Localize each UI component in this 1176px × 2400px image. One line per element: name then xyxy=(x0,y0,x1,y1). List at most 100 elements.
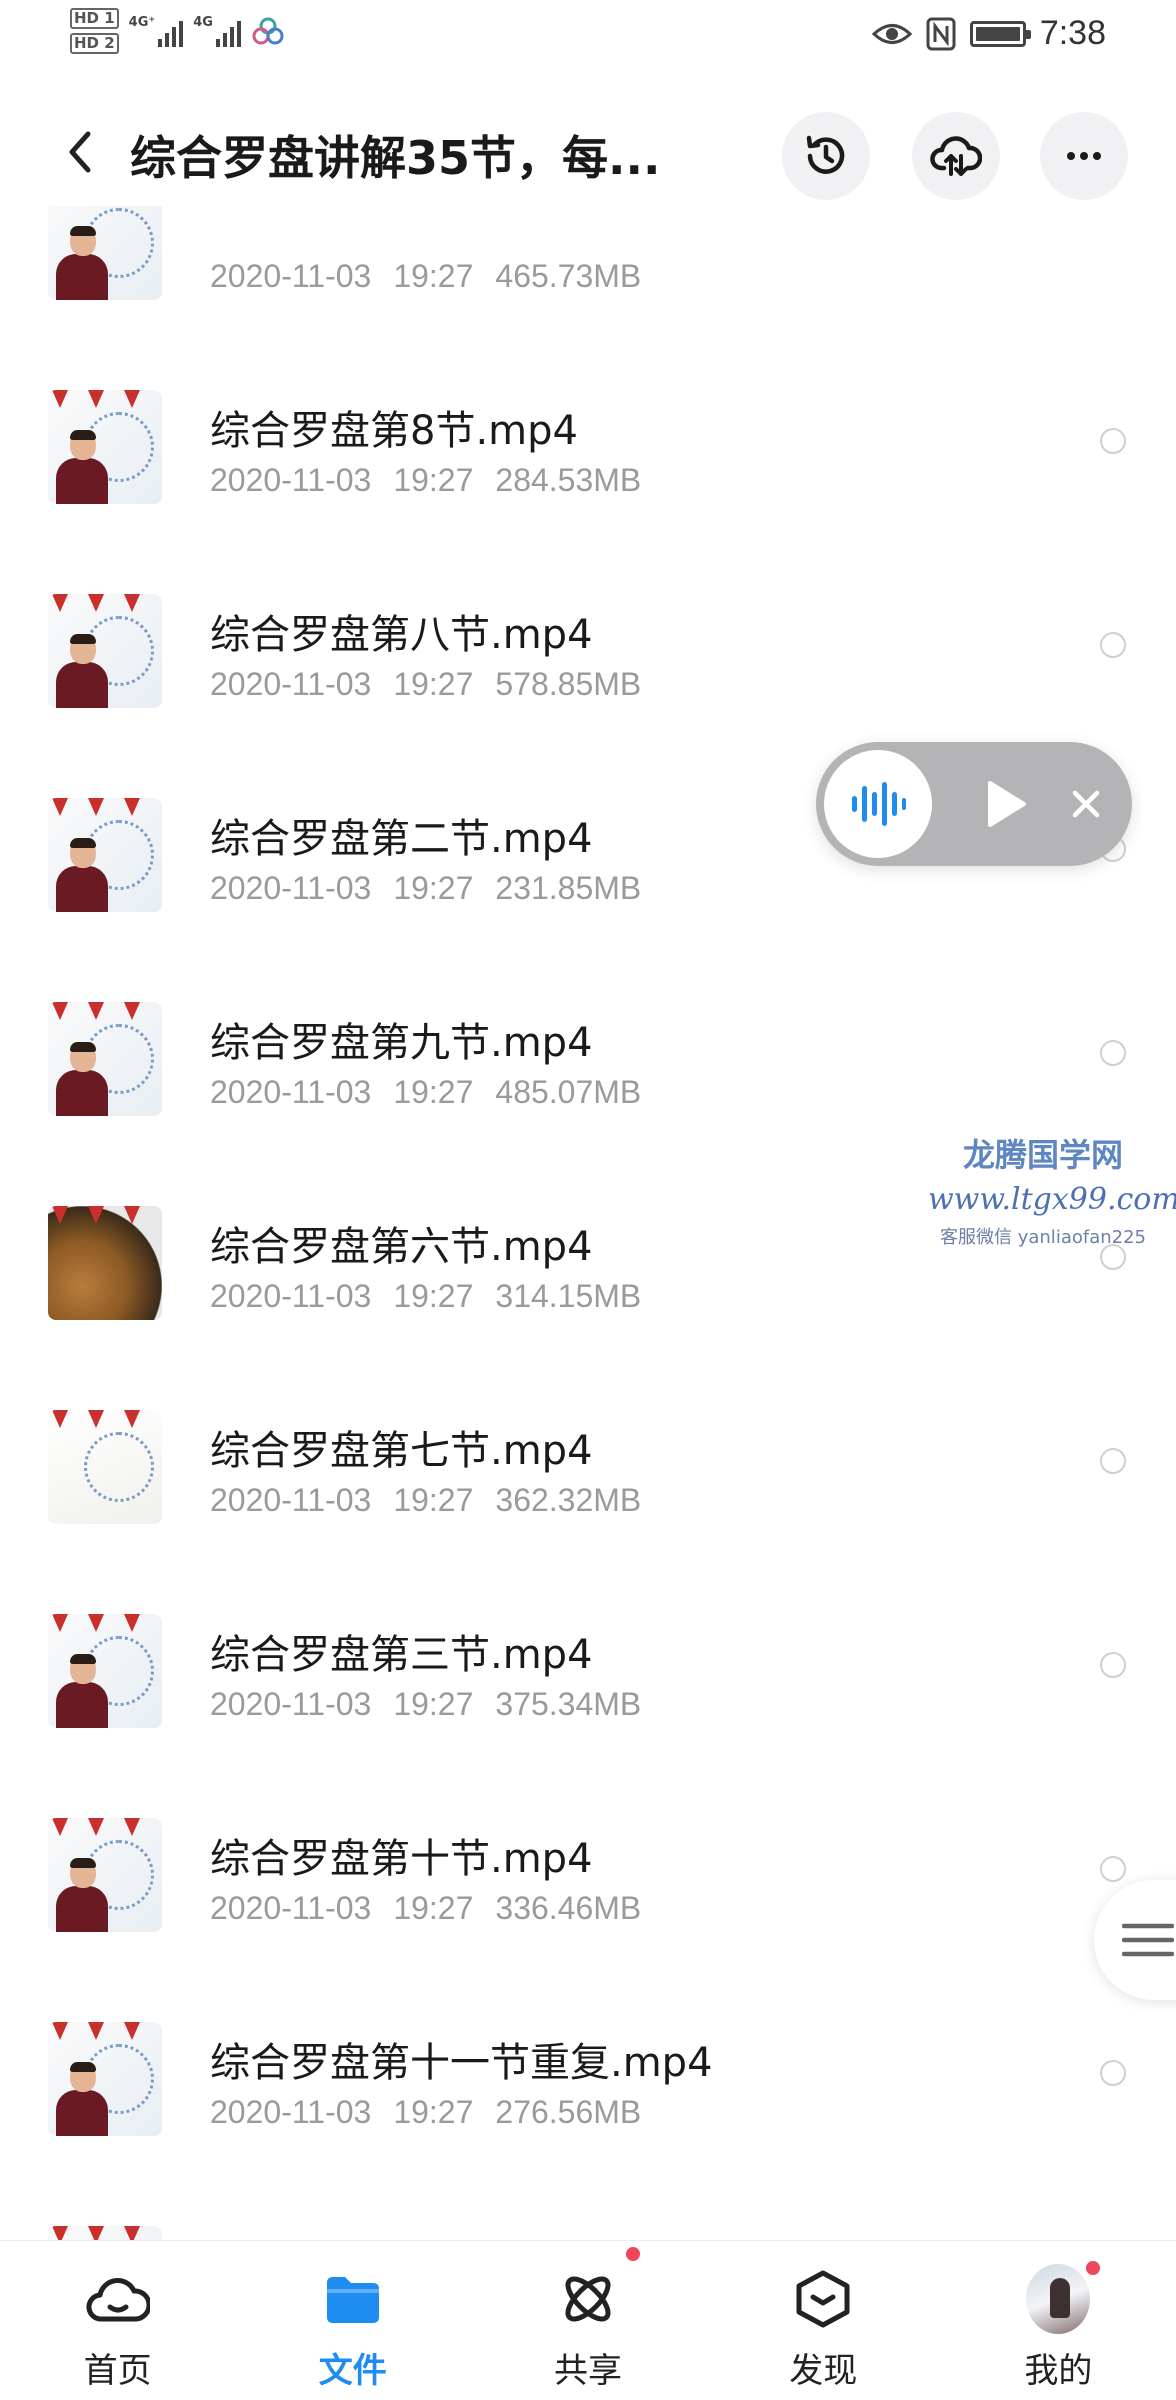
folder-icon xyxy=(321,2267,385,2331)
file-row[interactable]: 综合罗盘第三节.mp4 2020-11-03 19:27 375.34MB xyxy=(0,1562,1176,1766)
video-thumbnail xyxy=(48,2022,162,2136)
file-size: 578.85MB xyxy=(495,666,642,702)
close-icon xyxy=(1072,790,1100,818)
avatar-wrap xyxy=(1026,2259,1103,2334)
select-checkbox[interactable] xyxy=(1100,1652,1126,1678)
signal-label-1: 4G⁺ xyxy=(128,15,156,30)
watermark-title: 龙腾国学网 xyxy=(962,1136,1123,1174)
file-meta: 2020-11-03 19:27 485.07MB xyxy=(210,1074,641,1111)
file-size: 336.46MB xyxy=(495,1890,642,1926)
signal-icon-1: 4G⁺ xyxy=(129,15,184,47)
file-size: 231.85MB xyxy=(495,870,642,906)
cloud-sync-icon xyxy=(252,17,284,45)
file-date: 2020-11-03 xyxy=(210,2094,372,2130)
file-time: 19:27 xyxy=(393,1686,474,1722)
file-name: 综合罗盘第三节.mp4 xyxy=(210,1632,593,1678)
file-row[interactable]: 综合罗盘第九节.mp4 2020-11-03 19:27 485.07MB xyxy=(0,950,1176,1154)
file-date: 2020-11-03 xyxy=(210,258,372,294)
hd1-indicator: HD 1 xyxy=(70,8,119,29)
history-icon xyxy=(806,135,845,174)
video-thumbnail xyxy=(48,1818,162,1932)
video-thumbnail xyxy=(48,1410,162,1524)
select-checkbox[interactable] xyxy=(1100,1856,1126,1882)
file-size: 375.34MB xyxy=(495,1686,642,1722)
file-name: 综合罗盘第十节.mp4 xyxy=(210,1836,593,1882)
file-time: 19:27 xyxy=(393,1278,474,1314)
cloud-transfer-icon xyxy=(930,136,982,176)
nav-item-files[interactable]: 文件 xyxy=(235,2241,470,2400)
nav-label-share: 共享 xyxy=(554,2351,622,2391)
video-thumbnail xyxy=(48,1206,162,1320)
close-player-button[interactable] xyxy=(1060,778,1112,830)
nav-item-home[interactable]: 首页 xyxy=(0,2241,235,2400)
nav-label-files: 文件 xyxy=(318,2351,387,2391)
status-left: HD 1 HD 2 4G⁺ 4G xyxy=(70,8,285,54)
clock: 7:38 xyxy=(1039,14,1106,52)
file-row[interactable]: 综合罗盘第四节.mp4 xyxy=(0,2174,1176,2240)
file-date: 2020-11-03 xyxy=(210,666,372,702)
history-button[interactable] xyxy=(782,112,870,200)
file-meta: 2020-11-03 19:27 314.15MB xyxy=(210,1278,641,1315)
back-button[interactable] xyxy=(50,122,110,182)
file-meta: 2020-11-03 19:27 336.46MB xyxy=(210,1890,641,1927)
file-meta: 2020-11-03 19:27 284.53MB xyxy=(210,462,641,499)
select-checkbox[interactable] xyxy=(1100,2060,1126,2086)
file-name: 综合罗盘第十一节重复.mp4 xyxy=(210,2040,713,2086)
file-row[interactable]: 综合罗盘第七节.mp4 2020-11-03 19:27 362.32MB xyxy=(0,1358,1176,1562)
file-size: 465.73MB xyxy=(495,258,642,294)
nav-item-me[interactable]: 我的 xyxy=(941,2241,1176,2400)
file-row[interactable]: 综合罗盘第十节.mp4 2020-11-03 19:27 336.46MB xyxy=(0,1766,1176,1970)
file-size: 362.32MB xyxy=(495,1482,642,1518)
select-checkbox[interactable] xyxy=(1100,428,1126,454)
file-row[interactable]: 2020-11-03 19:27 465.73MB xyxy=(0,206,1176,338)
file-date: 2020-11-03 xyxy=(210,1686,372,1722)
file-size: 284.53MB xyxy=(495,462,642,498)
transfer-button[interactable] xyxy=(912,112,1000,200)
watermark-contact: 客服微信 yanliaofan225 xyxy=(940,1227,1146,1248)
bottom-nav: 首页 文件 共享 发现 我的 xyxy=(0,2240,1176,2400)
file-time: 19:27 xyxy=(393,870,474,906)
file-meta: 2020-11-03 19:27 578.85MB xyxy=(210,666,641,703)
select-checkbox[interactable] xyxy=(1100,1448,1126,1474)
discover-icon xyxy=(791,2267,855,2331)
back-icon xyxy=(69,131,91,173)
nav-item-share[interactable]: 共享 xyxy=(470,2241,705,2400)
file-time: 19:27 xyxy=(393,258,474,294)
header: 综合罗盘讲解35节，每... xyxy=(0,100,1176,206)
file-date: 2020-11-03 xyxy=(210,1890,372,1926)
status-right: 7:38 xyxy=(871,14,1106,53)
avatar xyxy=(1026,2264,1091,2334)
file-size: 314.15MB xyxy=(495,1278,642,1314)
play-button[interactable] xyxy=(976,774,1036,834)
menu-lines-icon xyxy=(1122,1923,1174,1957)
video-thumbnail xyxy=(48,206,162,300)
eye-icon xyxy=(871,23,912,44)
file-row[interactable]: 综合罗盘第十一节重复.mp4 2020-11-03 19:27 276.56MB xyxy=(0,1970,1176,2174)
audio-wave-icon xyxy=(852,782,906,826)
file-row[interactable]: 综合罗盘第八节.mp4 2020-11-03 19:27 578.85MB xyxy=(0,542,1176,746)
file-meta: 2020-11-03 19:27 231.85MB xyxy=(210,870,641,907)
file-name: 综合罗盘第六节.mp4 xyxy=(210,1224,593,1270)
hd2-indicator: HD 2 xyxy=(70,33,119,54)
status-bar: HD 1 HD 2 4G⁺ 4G 7:38 xyxy=(0,0,1176,70)
select-checkbox[interactable] xyxy=(1100,1040,1126,1066)
video-thumbnail xyxy=(48,798,162,912)
file-time: 19:27 xyxy=(393,2094,474,2130)
file-date: 2020-11-03 xyxy=(210,870,372,906)
audio-wave-button[interactable] xyxy=(824,750,932,858)
file-row[interactable]: 综合罗盘第8节.mp4 2020-11-03 19:27 284.53MB xyxy=(0,338,1176,542)
signal-label-2: 4G xyxy=(193,15,213,30)
nav-label-discover: 发现 xyxy=(789,2351,858,2391)
file-time: 19:27 xyxy=(393,462,474,498)
file-meta: 2020-11-03 19:27 362.32MB xyxy=(210,1482,641,1519)
floating-audio-player[interactable] xyxy=(816,742,1132,866)
file-size: 485.07MB xyxy=(495,1074,642,1110)
more-button[interactable] xyxy=(1040,112,1128,200)
select-checkbox[interactable] xyxy=(1100,632,1126,658)
nav-item-discover[interactable]: 发现 xyxy=(706,2241,941,2400)
page-title: 综合罗盘讲解35节，每... xyxy=(130,131,661,185)
file-size: 276.56MB xyxy=(495,2094,642,2130)
share-atom-icon xyxy=(556,2245,642,2331)
file-time: 19:27 xyxy=(393,666,474,702)
nfc-icon xyxy=(926,17,956,50)
